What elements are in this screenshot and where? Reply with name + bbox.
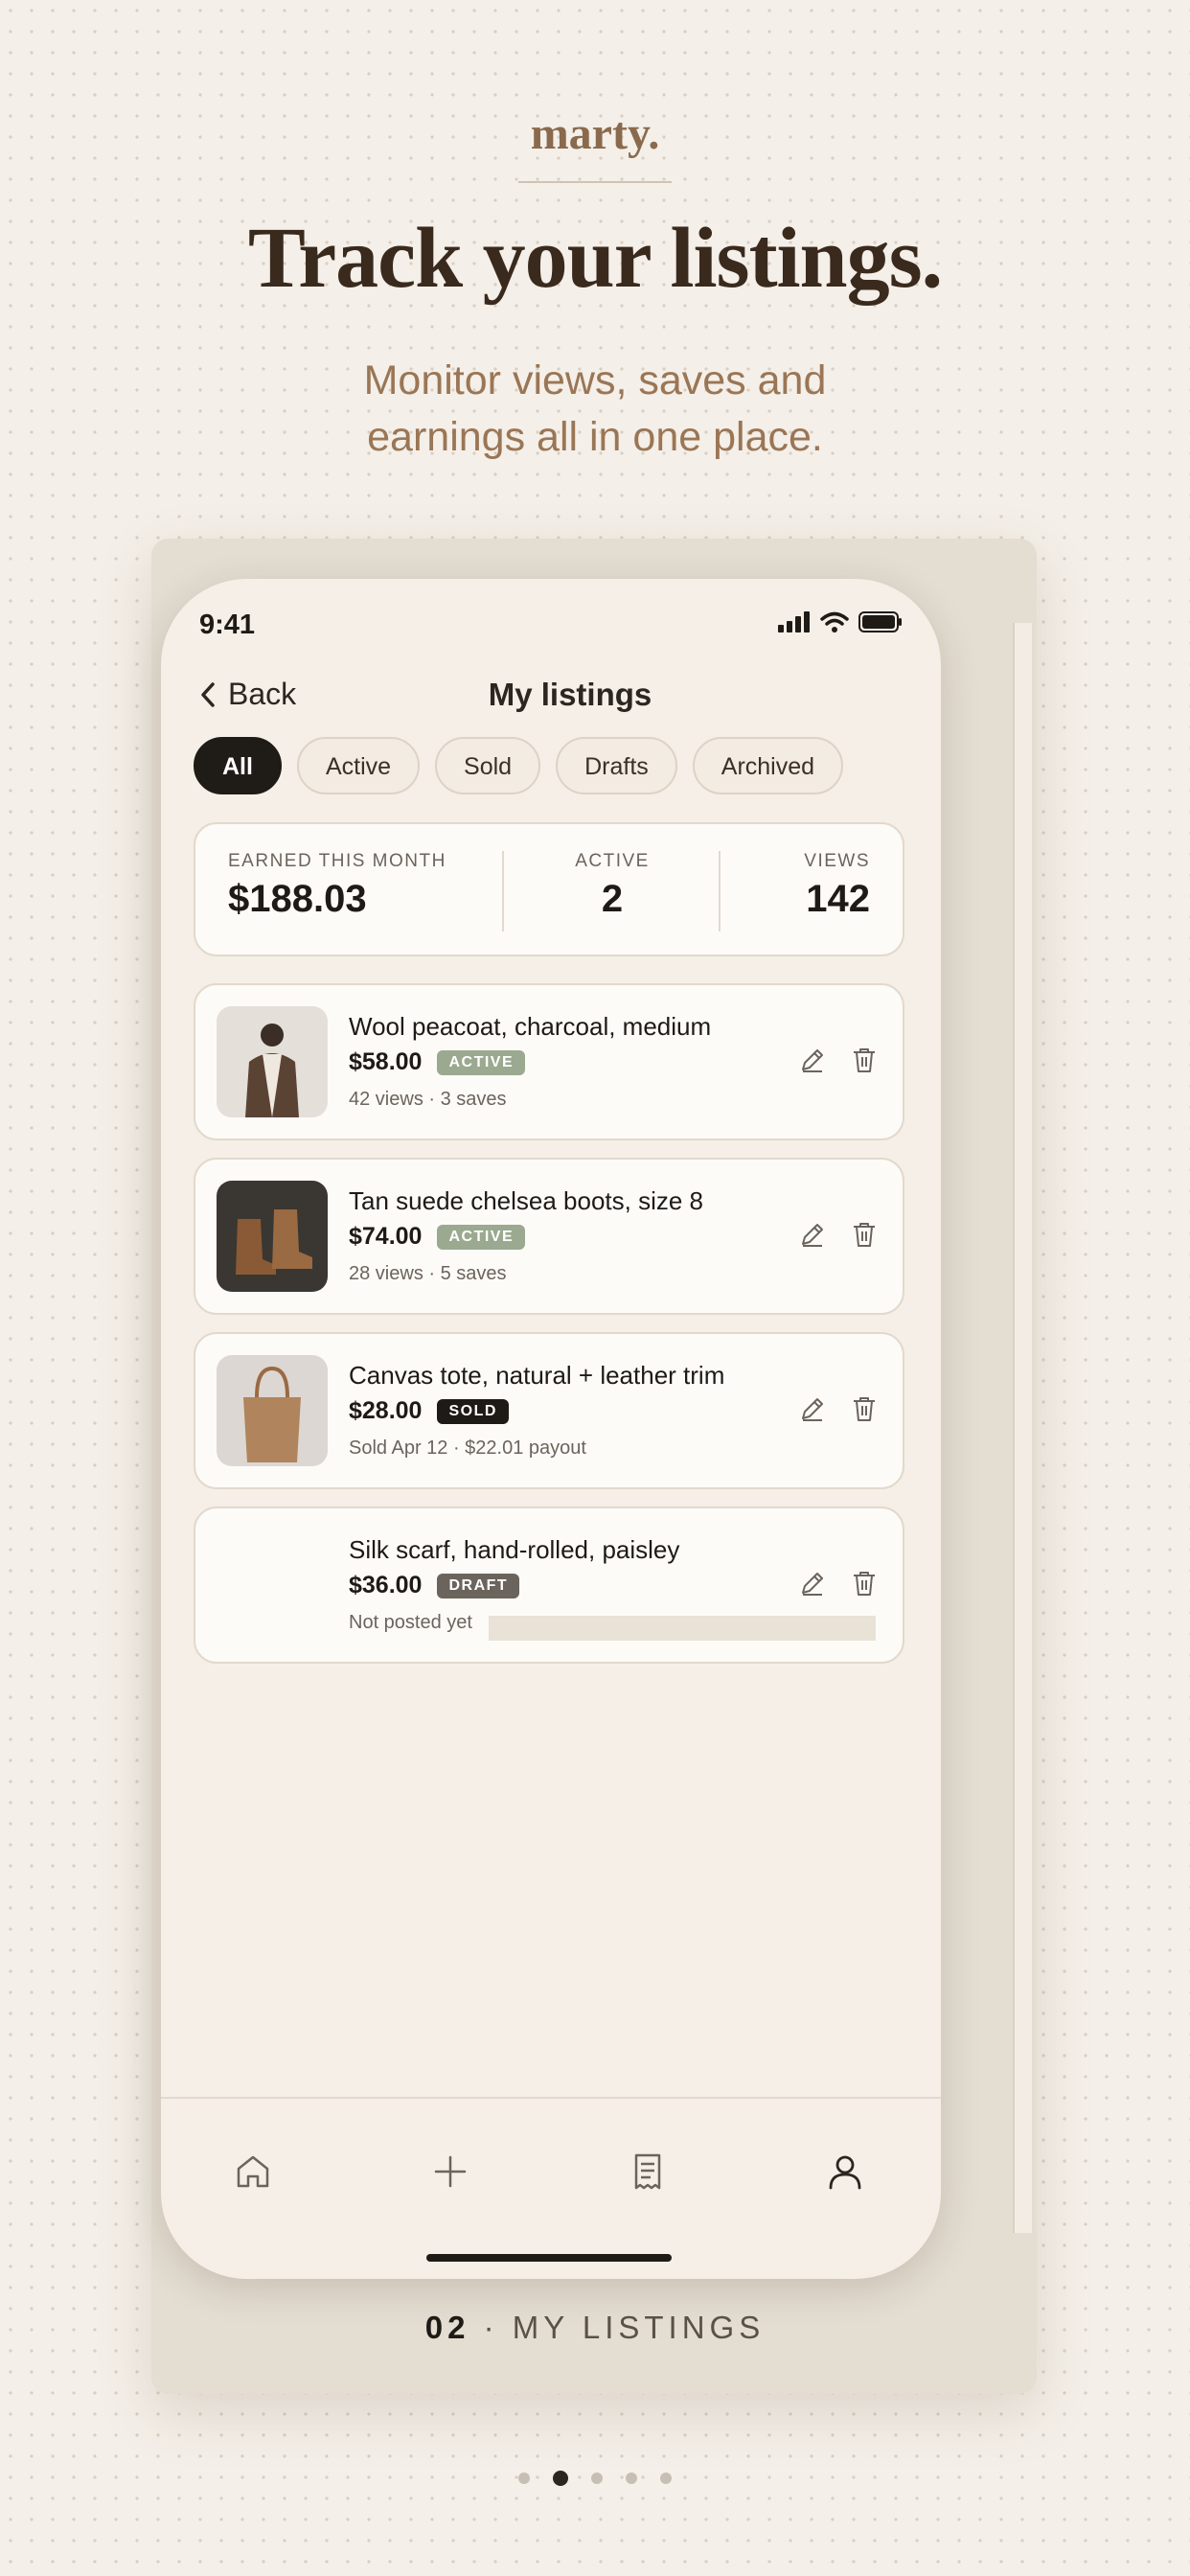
- listing-card[interactable]: Canvas tote, natural + leather trim $28.…: [194, 1332, 904, 1489]
- listing-meta: 28 views · 5 saves: [349, 1263, 507, 1284]
- listing-title: Canvas tote, natural + leather trim: [349, 1361, 725, 1390]
- screen-caption: 02 · MY LISTINGS: [0, 2310, 1190, 2346]
- stat-divider: [502, 851, 504, 932]
- listing-price: $28.00: [349, 1397, 423, 1424]
- profile-icon: [829, 2155, 861, 2190]
- edit-icon[interactable]: [797, 1568, 828, 1598]
- coat-photo: [217, 1006, 328, 1117]
- listing-meta: Sold Apr 12 · $22.01 payout: [349, 1438, 586, 1459]
- status-badge: ACTIVE: [437, 1224, 526, 1250]
- stat-earned-value: $188.03: [228, 878, 367, 920]
- page-dot[interactable]: [660, 2472, 672, 2484]
- tote-photo: [217, 1355, 328, 1466]
- plus-icon: [434, 2155, 467, 2188]
- filter-chips: All Active Sold Drafts Archived: [194, 737, 844, 794]
- pagination-dots: [0, 2471, 1190, 2486]
- trash-icon[interactable]: [849, 1219, 880, 1250]
- tab-listings[interactable]: [619, 2143, 676, 2200]
- screen-label: MY LISTINGS: [512, 2310, 766, 2345]
- next-screen-preview: [1013, 623, 1032, 2233]
- tab-profile[interactable]: [816, 2143, 874, 2200]
- listing-card[interactable]: Wool peacoat, charcoal, medium $58.00 AC…: [194, 983, 904, 1140]
- trash-icon[interactable]: [849, 1045, 880, 1075]
- page-title: My listings: [488, 677, 652, 712]
- edit-icon[interactable]: [797, 1393, 828, 1424]
- status-badge: ACTIVE: [437, 1049, 526, 1075]
- listing-meta: 42 views · 3 saves: [349, 1089, 507, 1110]
- nav-bar: Back My listings: [161, 665, 941, 732]
- listing-meta: Not posted yet: [349, 1612, 472, 1633]
- stat-active-value: 2: [601, 878, 624, 920]
- redaction-bar: [489, 1616, 876, 1641]
- filter-chip-active[interactable]: Active: [296, 737, 421, 794]
- screen-number: 02: [424, 2310, 470, 2345]
- page-dot[interactable]: [518, 2472, 530, 2484]
- filter-chip-drafts[interactable]: Drafts: [556, 737, 677, 794]
- phone-screen: 9:41 Back My listings All Active Sold Dr…: [161, 579, 941, 2279]
- listing-title: Wool peacoat, charcoal, medium: [349, 1012, 712, 1041]
- signal-icon: [778, 611, 810, 632]
- status-badge: SOLD: [437, 1398, 509, 1424]
- stat-active: ACTIVE 2: [521, 851, 703, 921]
- listing-price: $58.00: [349, 1048, 423, 1075]
- stat-earned-label: EARNED THIS MONTH: [228, 851, 446, 871]
- filter-chip-all[interactable]: All: [194, 737, 282, 794]
- trash-icon[interactable]: [849, 1393, 880, 1424]
- edit-icon[interactable]: [797, 1219, 828, 1250]
- listing-card[interactable]: Tan suede chelsea boots, size 8 $74.00 A…: [194, 1158, 904, 1315]
- stats-card: EARNED THIS MONTH $188.03 ACTIVE 2 VIEWS…: [194, 822, 904, 956]
- edit-icon[interactable]: [797, 1045, 828, 1075]
- stat-active-label: ACTIVE: [575, 851, 650, 871]
- tab-bar: [161, 2097, 941, 2279]
- filter-chip-archived[interactable]: Archived: [692, 737, 844, 794]
- wifi-icon: [820, 611, 849, 632]
- status-time: 9:41: [199, 610, 256, 640]
- stat-views: VIEWS 142: [804, 851, 870, 921]
- status-bar: 9:41: [199, 602, 903, 650]
- headline: Track your listings.: [247, 211, 943, 306]
- caption-separator: ·: [483, 2310, 499, 2345]
- listing-price: $36.00: [349, 1572, 423, 1598]
- stat-views-label: VIEWS: [804, 851, 870, 871]
- stat-earned: EARNED THIS MONTH $188.03: [228, 851, 446, 921]
- listing-title: Silk scarf, hand-rolled, paisley: [349, 1535, 680, 1564]
- page-dot[interactable]: [591, 2472, 603, 2484]
- stat-views-value: 142: [806, 878, 870, 920]
- page-dot[interactable]: [626, 2472, 637, 2484]
- brand-logo: marty.: [530, 108, 660, 159]
- subheadline: Monitor views, saves and earnings all in…: [363, 357, 827, 460]
- tab-home[interactable]: [224, 2143, 282, 2200]
- battery-icon: [858, 611, 902, 632]
- listing-title: Tan suede chelsea boots, size 8: [349, 1186, 704, 1215]
- tab-add[interactable]: [422, 2143, 479, 2200]
- page-dot-active[interactable]: [553, 2471, 568, 2486]
- receipt-icon: [634, 2153, 661, 2190]
- boots-photo: [217, 1181, 328, 1292]
- filter-chip-sold[interactable]: Sold: [435, 737, 541, 794]
- listing-card[interactable]: Silk scarf, hand-rolled, paisley $36.00 …: [194, 1506, 904, 1664]
- home-indicator: [426, 2254, 672, 2262]
- status-badge: DRAFT: [437, 1573, 520, 1598]
- listing-price: $74.00: [349, 1223, 423, 1250]
- trash-icon[interactable]: [849, 1568, 880, 1598]
- home-icon: [237, 2155, 269, 2188]
- stat-divider: [719, 851, 721, 932]
- brand-divider: [518, 181, 672, 183]
